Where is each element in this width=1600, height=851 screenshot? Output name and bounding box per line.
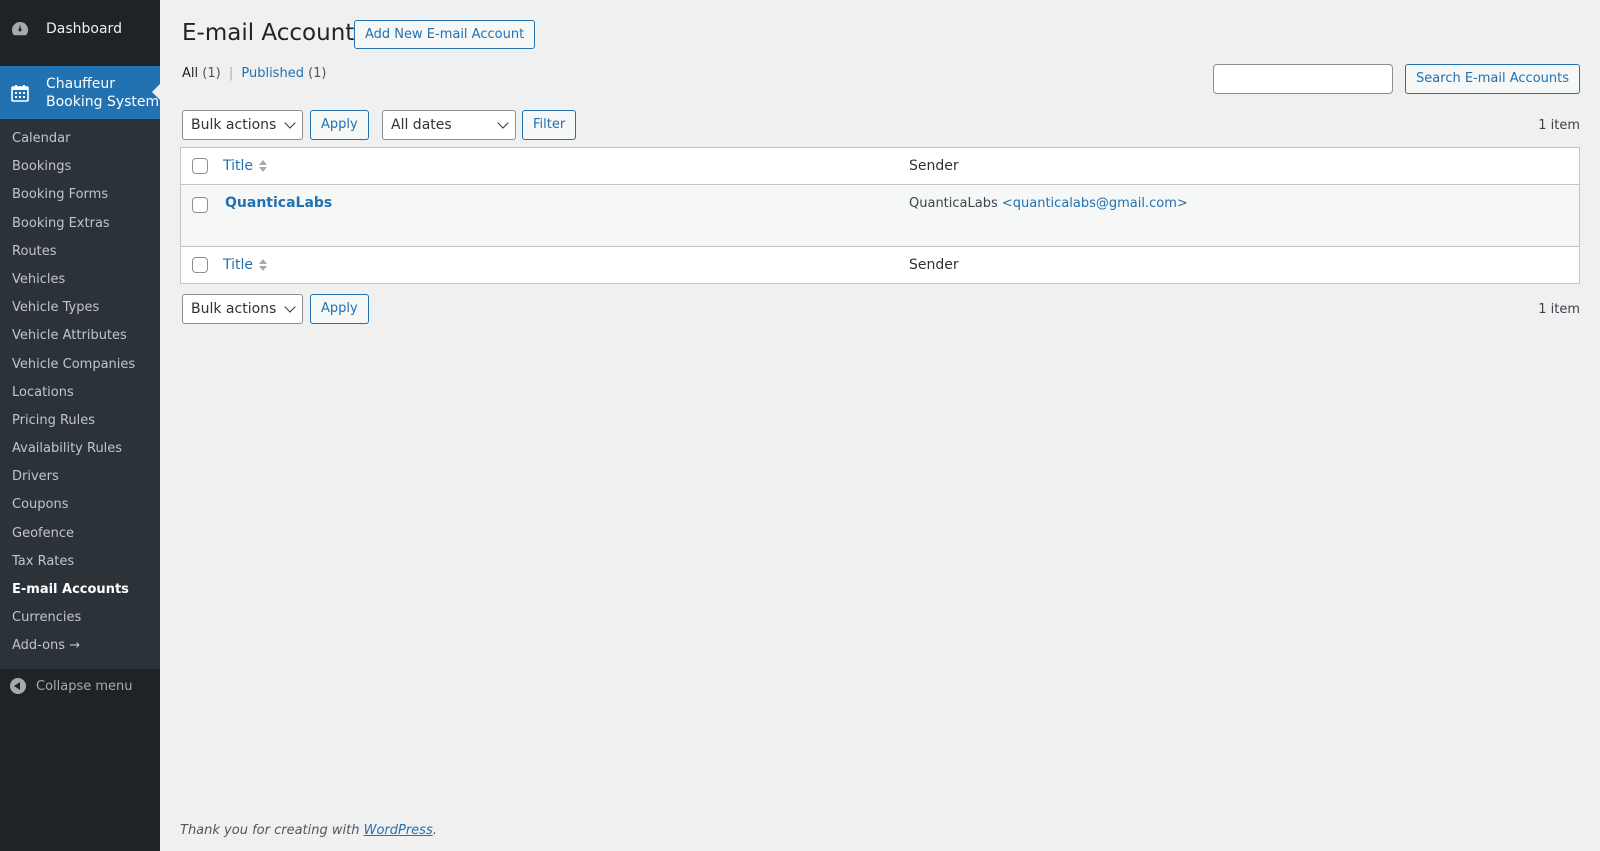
current-menu-arrow [152,84,160,100]
add-new-email-account-button[interactable]: Add New E-mail Account [354,20,536,49]
submenu-item-drivers[interactable]: Drivers [0,463,160,491]
footer-suffix: . [432,823,437,838]
row-sender: QuanticaLabs <quanticalabs@gmail.com> [909,196,1188,211]
submenu-item-routes[interactable]: Routes [0,238,160,266]
column-title-label: Title [223,158,254,174]
sender-email-link[interactable]: <quanticalabs@gmail.com> [1002,196,1188,211]
chevron-down-icon [497,117,509,129]
dates-filter-select[interactable]: All dates [382,110,516,140]
select-all-checkbox-bottom[interactable] [192,257,208,273]
select-all-checkbox[interactable] [192,158,208,174]
menu-dashboard-label: Dashboard [46,21,122,37]
page-title: E-mail Accounts [182,20,367,46]
dates-filter-value: All dates [391,117,452,133]
collapse-arrow-icon [10,678,26,694]
row-checkbox[interactable] [192,197,208,213]
submenu-item-currencies[interactable]: Currencies [0,604,160,632]
email-accounts-table: Title Sender QuanticaLabs QuanticaLabs <… [180,147,1580,284]
chevron-down-icon [284,301,296,313]
submenu-item-tax-rates[interactable]: Tax Rates [0,548,160,576]
calendar-icon [10,83,30,103]
search-email-accounts-button[interactable]: Search E-mail Accounts [1405,64,1580,94]
submenu-item-bookings[interactable]: Bookings [0,153,160,181]
collapse-menu-label: Collapse menu [36,678,133,694]
chevron-down-icon [284,117,296,129]
view-all-count: (1) [202,66,221,81]
submenu-item-email-accounts[interactable]: E-mail Accounts [0,576,160,604]
bulk-actions-select-bottom[interactable]: Bulk actions [182,294,303,324]
submenu-item-coupons[interactable]: Coupons [0,491,160,519]
column-title-label: Title [223,257,254,273]
view-published-count: (1) [308,66,327,81]
sort-icon [259,160,268,172]
sender-name: QuanticaLabs [909,196,998,211]
footer-text: Thank you for creating with [180,823,360,838]
table-row: QuanticaLabs QuanticaLabs <quanticalabs@… [181,185,1579,246]
collapse-menu-button[interactable]: Collapse menu [0,672,160,700]
apply-button-bottom[interactable]: Apply [310,294,369,324]
plugin-submenu: Calendar Bookings Booking Forms Booking … [0,119,160,669]
wordpress-link[interactable]: WordPress [364,823,433,838]
apply-button-top[interactable]: Apply [310,110,369,140]
submenu-item-add-ons[interactable]: Add-ons → [0,632,160,660]
submenu-item-calendar[interactable]: Calendar [0,125,160,153]
tablenav-bottom: Bulk actions Apply 1 item [180,294,1580,325]
menu-chauffeur-booking-system[interactable]: Chauffeur Booking System [0,66,160,119]
row-title-link[interactable]: QuanticaLabs [225,195,332,211]
tablenav-top: Bulk actions Apply All dates Filter 1 it… [180,110,1580,141]
column-title-sort-bottom[interactable]: Title [223,257,268,273]
bulk-actions-select-top[interactable]: Bulk actions [182,110,303,140]
submenu-item-booking-forms[interactable]: Booking Forms [0,181,160,209]
view-separator: | [228,66,234,81]
menu-plugin-label-line1: Chauffeur [46,75,115,92]
menu-plugin-label-line2: Booking System [46,93,160,110]
submenu-item-vehicle-types[interactable]: Vehicle Types [0,294,160,322]
items-count-top: 1 item [1538,118,1580,133]
submenu-item-booking-extras[interactable]: Booking Extras [0,210,160,238]
table-footer: Title Sender [181,246,1579,283]
submenu-item-locations[interactable]: Locations [0,379,160,407]
filter-button[interactable]: Filter [522,110,577,140]
items-count-bottom: 1 item [1538,302,1580,317]
column-sender-label: Sender [909,158,959,174]
column-title-sort[interactable]: Title [223,158,268,174]
submenu-item-vehicle-companies[interactable]: Vehicle Companies [0,351,160,379]
submenu-item-geofence[interactable]: Geofence [0,520,160,548]
admin-sidebar: Dashboard Chauffeur Booking System Calen… [0,0,160,851]
table-header: Title Sender [181,148,1579,185]
view-published-link[interactable]: Published [241,66,304,81]
submenu-item-vehicles[interactable]: Vehicles [0,266,160,294]
view-all-link[interactable]: All [182,66,198,81]
column-sender-label: Sender [909,257,959,273]
search-input[interactable] [1213,64,1394,94]
submenu-item-vehicle-attributes[interactable]: Vehicle Attributes [0,322,160,350]
menu-dashboard[interactable]: Dashboard [0,0,160,58]
search-box: Search E-mail Accounts [1213,64,1580,94]
dashboard-icon [10,19,30,39]
status-views: All (1) | Published (1) [182,66,327,81]
submenu-item-availability-rules[interactable]: Availability Rules [0,435,160,463]
sort-icon [259,259,268,271]
submenu-item-pricing-rules[interactable]: Pricing Rules [0,407,160,435]
bulk-actions-value: Bulk actions [191,117,277,133]
bulk-actions-value: Bulk actions [191,301,277,317]
admin-footer: Thank you for creating with WordPress. [180,823,437,838]
